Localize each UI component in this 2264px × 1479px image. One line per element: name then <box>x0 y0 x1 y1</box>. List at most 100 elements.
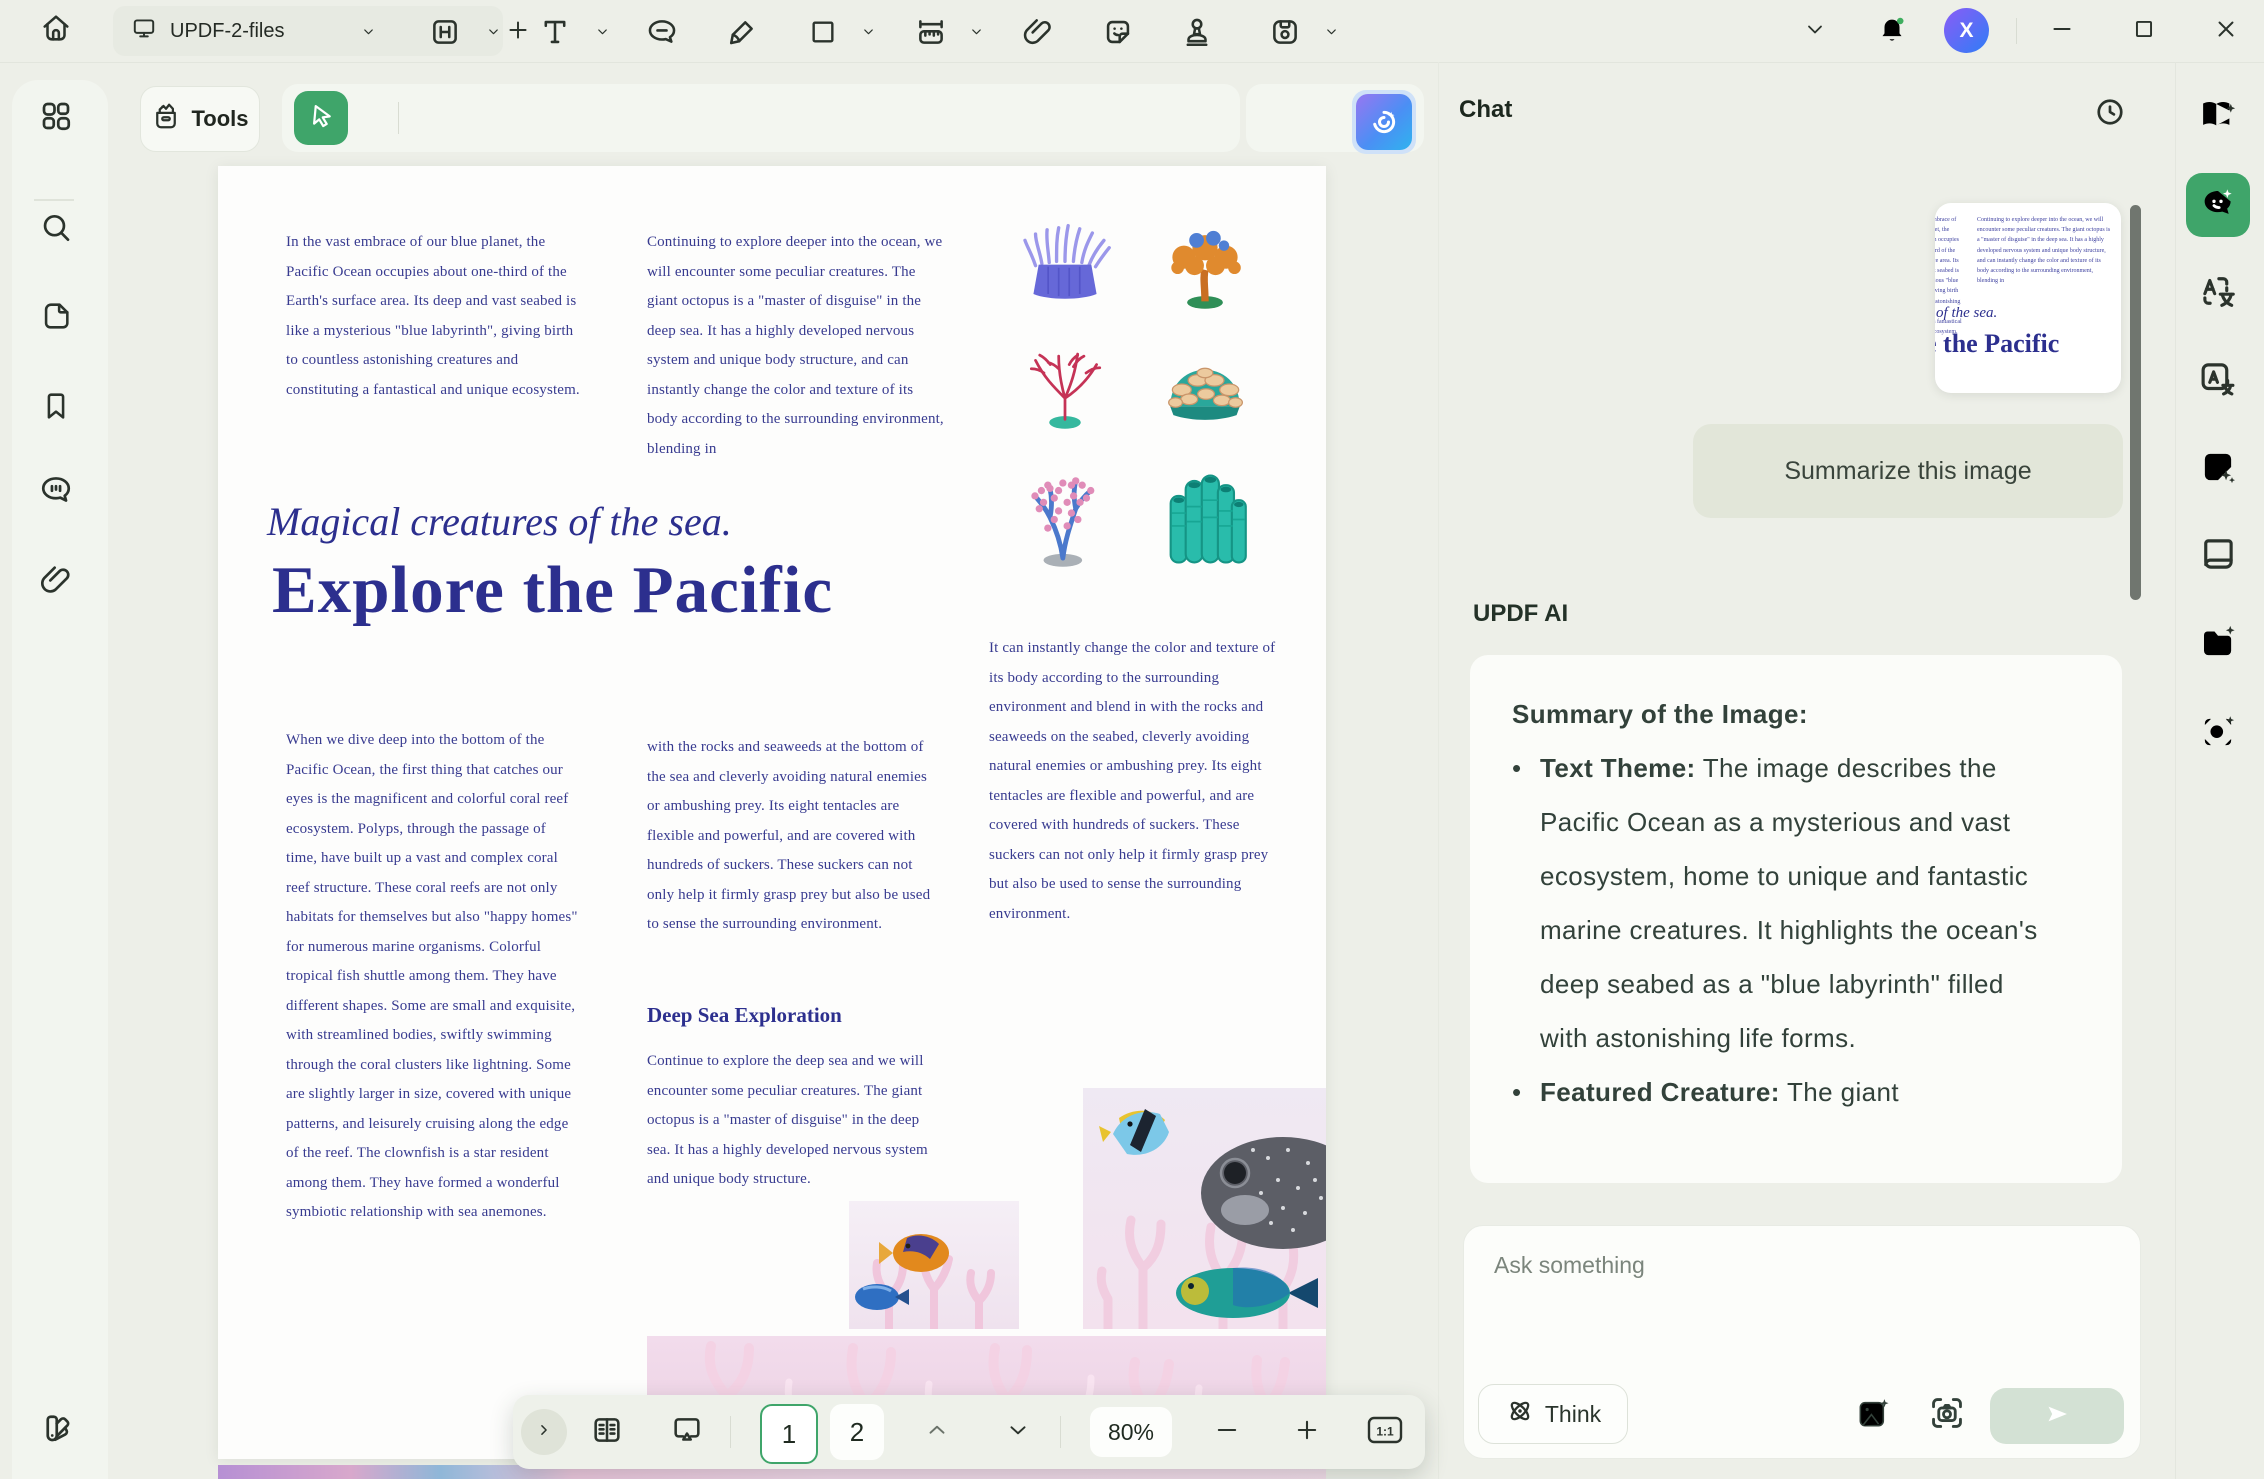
ai-swirl-icon <box>1356 94 1412 150</box>
sticker-tool-button[interactable] <box>1095 11 1141 57</box>
image-translate-icon <box>2197 357 2239 404</box>
page-number-next[interactable]: 2 <box>830 1404 884 1460</box>
shape-tool-dropdown[interactable] <box>857 11 879 57</box>
measure-tool-dropdown[interactable] <box>965 11 987 57</box>
attach-tool-button[interactable] <box>1015 11 1061 57</box>
presentation-button[interactable] <box>664 1409 710 1455</box>
comment-icon <box>645 15 679 54</box>
screenshot-button[interactable] <box>1926 1394 1968 1436</box>
shape-icon <box>807 16 839 53</box>
stamp-icon <box>1180 15 1214 54</box>
zoom-out-button[interactable] <box>1204 1409 1250 1455</box>
add-image-button[interactable] <box>1852 1394 1894 1436</box>
bullet-text: Featured Creature: The giant <box>1540 1065 2048 1119</box>
toolbar-expand-button[interactable] <box>521 1409 567 1455</box>
measure-tool-button[interactable] <box>908 11 954 57</box>
chat-history-button[interactable] <box>2088 92 2132 136</box>
minimize-button[interactable] <box>2042 11 2082 51</box>
plus-icon <box>505 17 531 48</box>
avatar[interactable]: X <box>1944 8 1989 53</box>
panel-collapse-button[interactable] <box>1795 11 1835 51</box>
user-message-bubble: Summarize this image <box>1693 424 2123 518</box>
search-icon <box>38 210 74 251</box>
annotation-toolbar <box>282 84 1240 152</box>
rail-item-translate[interactable] <box>2196 271 2240 315</box>
save-dropdown[interactable] <box>1320 11 1342 57</box>
chevron-down-icon <box>361 24 376 44</box>
pen-icon <box>725 15 759 54</box>
summarize-icon <box>2197 446 2239 493</box>
actual-size-label: 1:1 <box>1376 1424 1394 1438</box>
updf-window: UPDF-2-files X <box>0 0 2264 1479</box>
doc-paragraph: Continuing to explore deeper into the oc… <box>647 228 945 464</box>
chevron-down-icon <box>1324 24 1339 44</box>
select-tool-button[interactable] <box>294 91 348 145</box>
heading-tool-dropdown[interactable] <box>482 11 504 57</box>
text-tool-dropdown[interactable] <box>591 11 613 57</box>
document-icon <box>39 299 73 338</box>
text-tool-button[interactable] <box>532 11 578 57</box>
send-button[interactable] <box>1990 1388 2124 1444</box>
sidebar-item-comments[interactable] <box>36 472 76 512</box>
doc-paragraph: It can instantly change the color and te… <box>989 634 1287 929</box>
page-layout-button[interactable] <box>584 1409 630 1455</box>
ai-sender-name: UPDF AI <box>1473 600 1568 628</box>
orange-coral-image <box>1145 213 1265 313</box>
right-rail-divider <box>2175 62 2176 1479</box>
chat-image-attachment[interactable]: In the vast embrace of our blue planet, … <box>1935 203 2121 393</box>
maximize-icon <box>2131 16 2157 47</box>
tools-button[interactable]: Tools <box>140 86 260 152</box>
heading-icon <box>428 15 462 54</box>
shape-tool-button[interactable] <box>800 11 846 57</box>
chat-scrollbar[interactable] <box>2130 205 2141 600</box>
think-mode-button[interactable]: Think <box>1478 1384 1628 1444</box>
reef-fish-photo <box>1083 1088 1326 1329</box>
select-tool-dropdown[interactable] <box>357 11 379 57</box>
zoom-level[interactable]: 80% <box>1090 1407 1172 1457</box>
page-number-current[interactable]: 1 <box>760 1404 818 1464</box>
rail-item-notebook[interactable] <box>2196 534 2240 578</box>
text-icon <box>538 15 572 54</box>
plus-icon <box>1293 1416 1321 1449</box>
maximize-button[interactable] <box>2124 11 2164 51</box>
heading-tool-button[interactable] <box>422 11 468 57</box>
rail-item-ai-search[interactable] <box>2196 712 2240 756</box>
notifications-button[interactable] <box>1872 11 1912 51</box>
bullet-text: Text Theme: The image describes the Paci… <box>1540 741 2048 1065</box>
sidebar-item-apps[interactable] <box>36 98 76 138</box>
doc-paragraph: When we dive deep into the bottom of the… <box>286 726 580 1228</box>
rail-item-reader-ai[interactable] <box>2196 94 2240 138</box>
close-button[interactable] <box>2206 11 2246 51</box>
home-icon <box>39 11 73 50</box>
sidebar-item-attachments[interactable] <box>36 562 76 602</box>
pen-tool-button[interactable] <box>719 11 765 57</box>
sidebar-item-bookmarks[interactable] <box>36 388 76 428</box>
stamp-tool-button[interactable] <box>1174 11 1220 57</box>
rail-item-summarize[interactable] <box>2196 447 2240 491</box>
save-icon <box>1268 15 1302 54</box>
ai-assistant-button[interactable] <box>1352 90 1416 154</box>
rail-item-folder-ai[interactable] <box>2196 622 2240 666</box>
new-tab-button[interactable] <box>500 16 536 48</box>
next-page-button[interactable] <box>995 1409 1041 1455</box>
comment-tool-button[interactable] <box>639 11 685 57</box>
sidebar-item-home[interactable] <box>36 10 76 50</box>
chat-input[interactable] <box>1492 1250 2096 1364</box>
actual-size-button[interactable]: 1:1 <box>1362 1409 1408 1455</box>
rail-item-ai-chat-active[interactable] <box>2186 173 2250 237</box>
tools-label: Tools <box>191 106 248 132</box>
coral-image-grid <box>1005 213 1265 571</box>
zoom-in-button[interactable] <box>1284 1409 1330 1455</box>
previous-page-button[interactable] <box>914 1409 960 1455</box>
monitor-icon <box>131 15 157 47</box>
sidebar-item-themes[interactable] <box>36 1410 76 1450</box>
anemone-image <box>1005 213 1125 313</box>
save-button[interactable] <box>1262 11 1308 57</box>
ai-chat-icon <box>2198 183 2238 228</box>
chevron-down-icon <box>1005 1417 1031 1448</box>
sidebar-item-pages[interactable] <box>36 298 76 338</box>
left-sidebar <box>0 0 108 1479</box>
rail-item-image-translate[interactable] <box>2196 358 2240 402</box>
sidebar-item-search[interactable] <box>36 210 76 250</box>
close-icon <box>2213 16 2239 47</box>
